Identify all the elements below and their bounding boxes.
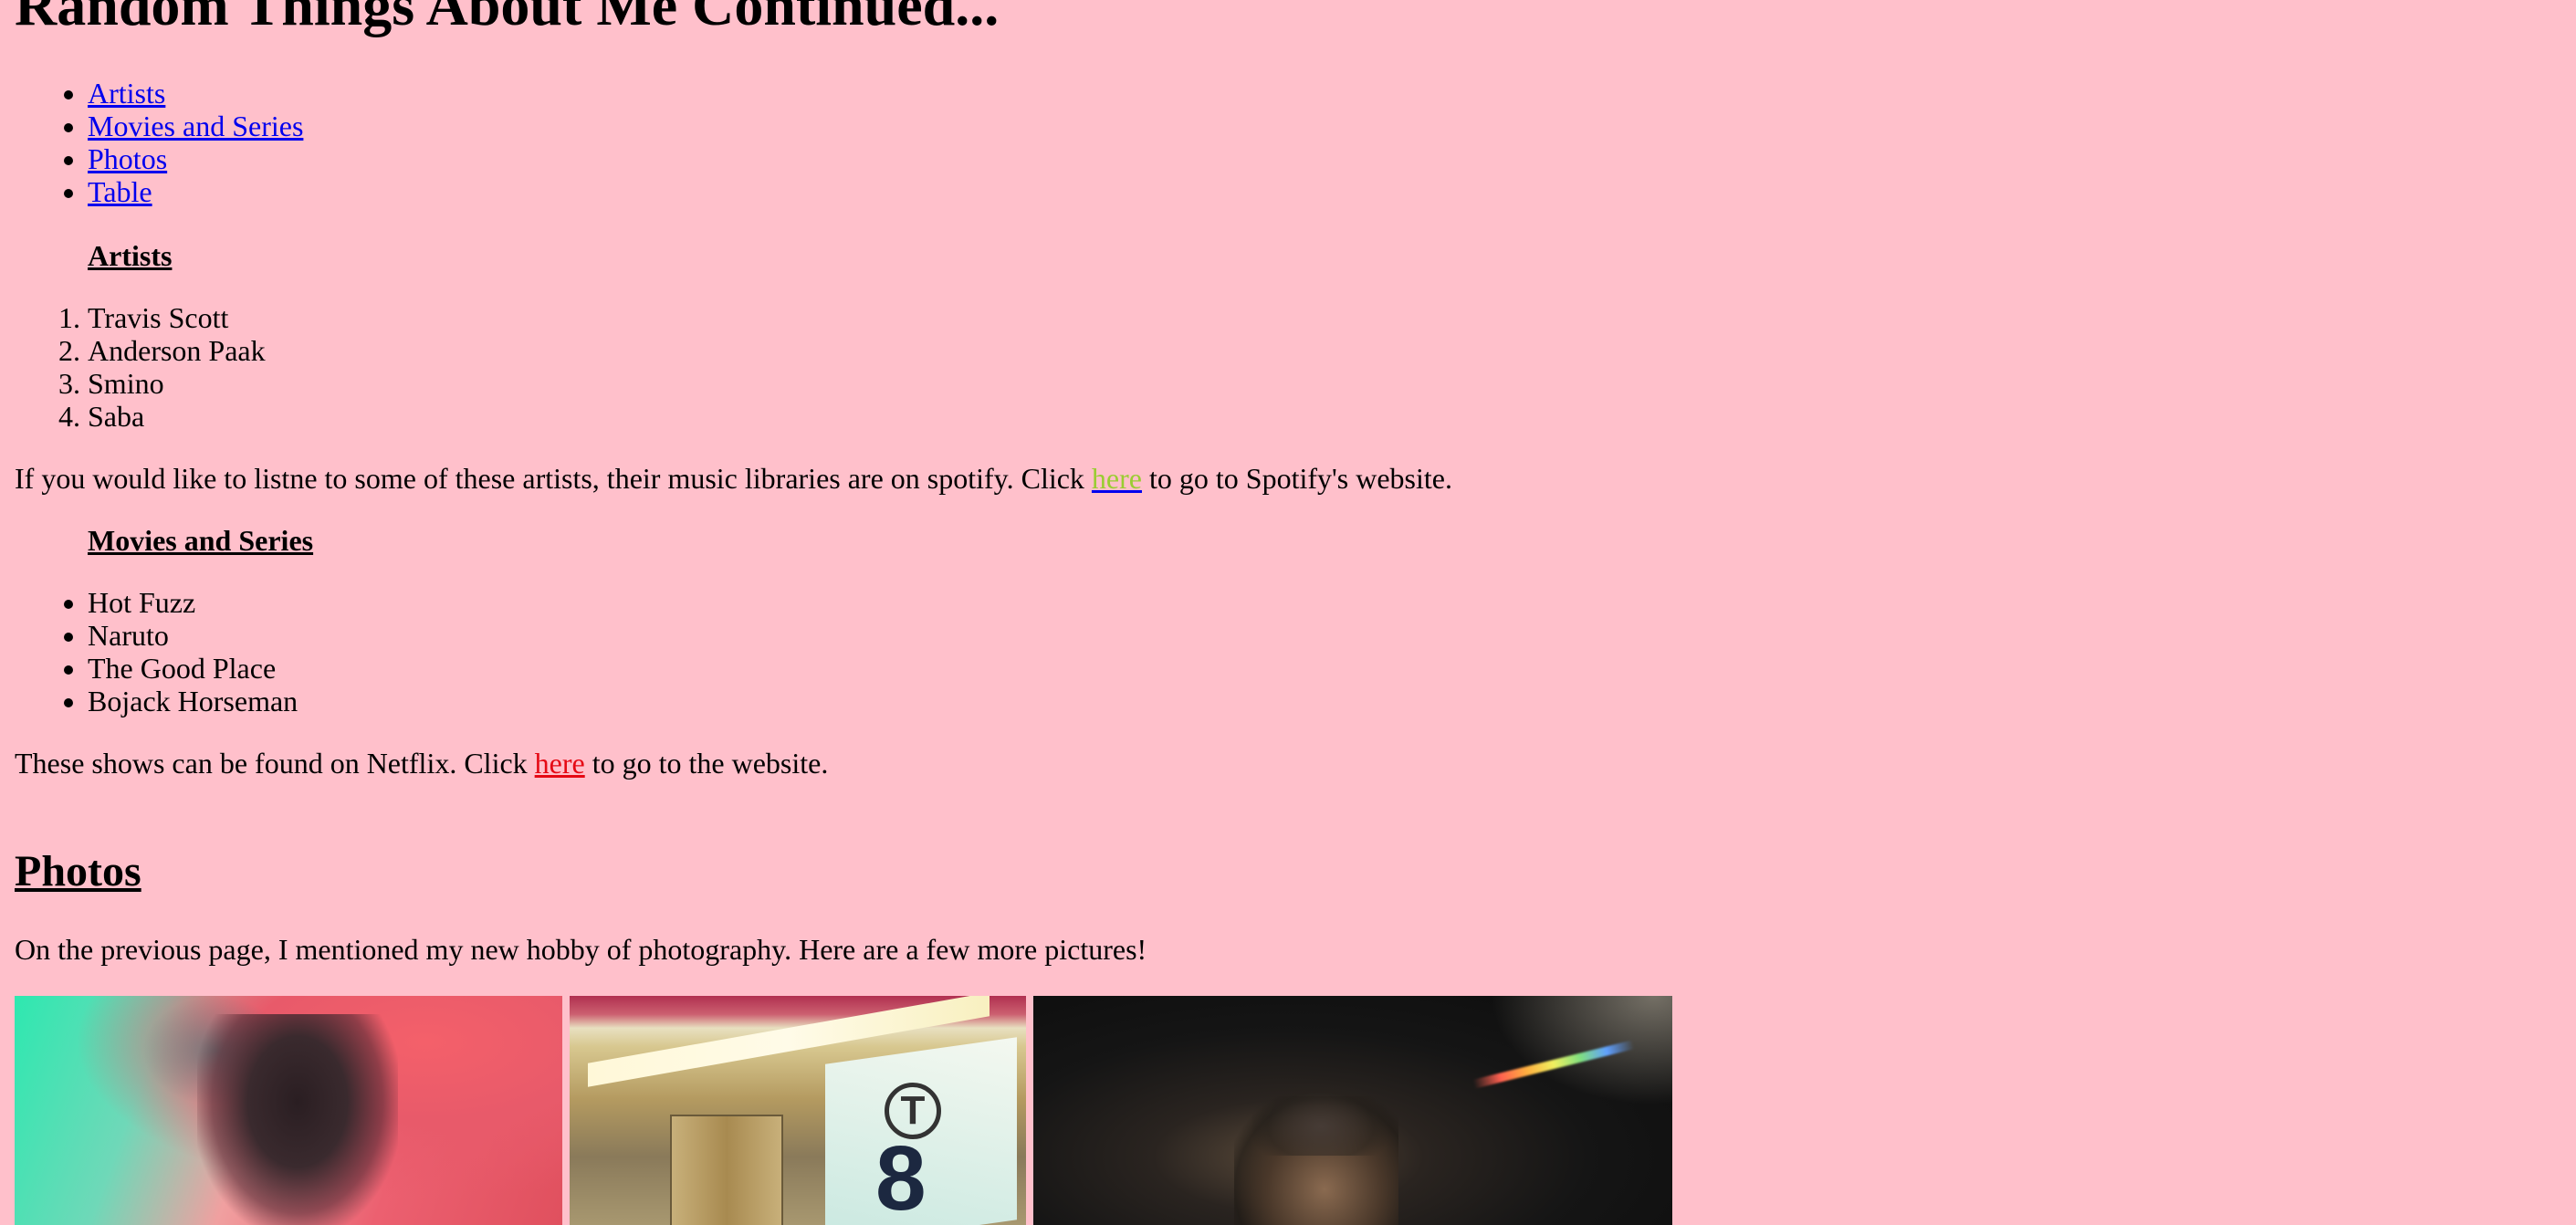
page: Random Things About Me Continued... Arti… [0, 0, 2576, 1225]
nav-list: Artists Movies and Series Photos Table [0, 77, 303, 208]
photo-subway-station: T 8 [570, 996, 1026, 1225]
nav-item-photos: Photos [88, 142, 303, 175]
artists-list: Travis Scott Anderson Paak Smino Saba [0, 301, 266, 433]
list-item: The Good Place [88, 652, 298, 685]
nav-item-artists: Artists [88, 77, 303, 110]
photos-heading: Photos [15, 847, 141, 895]
photo-subject [197, 1014, 398, 1225]
artists-heading: Artists [88, 239, 173, 272]
photo-elevator-door [670, 1115, 783, 1225]
list-item: Saba [88, 400, 266, 433]
list-item: Smino [88, 367, 266, 400]
list-item: Travis Scott [88, 301, 266, 334]
photo-light-glow [1490, 996, 1672, 1105]
movies-heading: Movies and Series [88, 524, 314, 557]
netflix-note-before: These shows can be found on Netflix. Cli… [15, 747, 535, 780]
sign-number: 8 [875, 1127, 927, 1225]
photos-intro: On the previous page, I mentioned my new… [15, 933, 1147, 966]
nav-link-movies[interactable]: Movies and Series [88, 110, 303, 142]
list-item: Anderson Paak [88, 334, 266, 367]
nav-link-artists[interactable]: Artists [88, 77, 165, 110]
netflix-note-after: to go to the website. [584, 747, 829, 780]
list-item: Naruto [88, 619, 298, 652]
photo-portrait-dark [1033, 996, 1672, 1225]
list-item: Bojack Horseman [88, 685, 298, 717]
netflix-link[interactable]: here [535, 747, 585, 780]
spotify-note-after: to go to Spotify's website. [1141, 462, 1452, 495]
photo-portrait-neon [15, 996, 562, 1225]
spotify-link[interactable]: here [1092, 462, 1142, 495]
nav-link-table[interactable]: Table [88, 175, 152, 208]
photo-hair [1252, 1083, 1389, 1156]
nav-item-movies: Movies and Series [88, 110, 303, 142]
nav-link-photos[interactable]: Photos [88, 142, 167, 175]
page-title: Random Things About Me Continued... [15, 0, 1000, 37]
spotify-note-before: If you would like to listne to some of t… [15, 462, 1092, 495]
movies-list: Hot Fuzz Naruto The Good Place Bojack Ho… [0, 586, 298, 717]
netflix-note: These shows can be found on Netflix. Cli… [15, 747, 828, 780]
nav-item-table: Table [88, 175, 303, 208]
spotify-note: If you would like to listne to some of t… [15, 462, 1452, 495]
list-item: Hot Fuzz [88, 586, 298, 619]
